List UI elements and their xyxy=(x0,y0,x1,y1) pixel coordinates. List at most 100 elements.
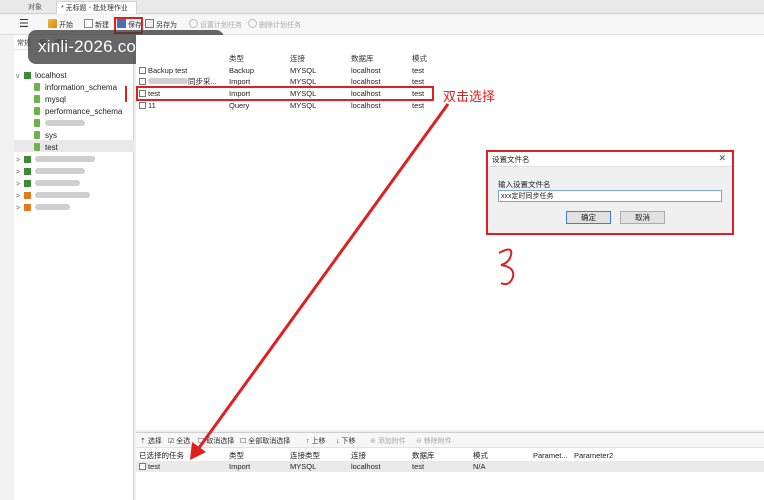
db-label: sys xyxy=(45,131,57,140)
col-conn[interactable]: 连接 xyxy=(290,53,305,64)
annotation-mark-3 xyxy=(498,248,515,286)
server-icon xyxy=(24,168,31,175)
row-name: test xyxy=(139,461,160,472)
col-mode[interactable]: 模式 xyxy=(473,450,488,461)
db-label: test xyxy=(45,143,58,152)
row-db: test xyxy=(412,462,425,471)
blurred-label xyxy=(35,180,80,186)
cancel-button[interactable]: 取消 xyxy=(620,211,665,224)
close-icon[interactable]: ✕ xyxy=(718,153,726,164)
row-name: 11 xyxy=(139,100,156,111)
col-type[interactable]: 类型 xyxy=(229,53,244,64)
tree-db-information-schema[interactable]: information_schema xyxy=(34,82,117,94)
query-icon xyxy=(139,102,146,109)
chevron-down-icon[interactable]: v xyxy=(16,71,24,83)
test-row-annotation-box xyxy=(136,86,434,101)
col-mode[interactable]: 模式 xyxy=(412,53,427,64)
server-icon xyxy=(24,180,31,187)
delete-clock-icon xyxy=(248,19,257,28)
database-icon xyxy=(34,107,40,115)
tree-db-test[interactable]: test xyxy=(34,142,58,154)
move-up-button[interactable]: ↑ 上移 xyxy=(306,436,325,446)
annotation-mark-1 xyxy=(125,86,127,102)
clock-icon xyxy=(189,19,198,28)
row-conn-type: MYSQL xyxy=(290,462,317,471)
database-icon xyxy=(34,143,40,151)
tree-server-localhost[interactable]: v localhost xyxy=(16,70,67,82)
select-all-button[interactable]: ☑ 全选 xyxy=(168,436,190,446)
row-mode: N/A xyxy=(473,462,486,471)
save-as-icon xyxy=(145,19,154,28)
move-down-button[interactable]: ↓ 下移 xyxy=(336,436,355,446)
tree-selection xyxy=(14,140,134,152)
database-icon xyxy=(34,119,40,127)
new-label: 新建 xyxy=(95,22,109,29)
deselect-all-button[interactable]: ☐ 全部取消选择 xyxy=(240,436,290,446)
hamburger-icon[interactable]: ☰ xyxy=(19,17,29,30)
tab-batch-job[interactable]: * 无标题 - 批处理作业 xyxy=(56,1,137,14)
tree-server-blurred-5[interactable]: > xyxy=(16,202,70,214)
col-parameter2[interactable]: Parameter2 xyxy=(574,450,613,461)
col-type[interactable]: 类型 xyxy=(229,450,244,461)
blurred-label xyxy=(35,156,95,162)
row-conn: MYSQL xyxy=(290,66,317,75)
ok-button[interactable]: 确定 xyxy=(566,211,611,224)
deselect-button[interactable]: ☐ 取消选择 xyxy=(198,436,234,446)
server-icon xyxy=(24,72,31,79)
delete-schedule-button[interactable]: 删除计划任务 xyxy=(248,19,301,31)
row-conn: localhost xyxy=(351,462,381,471)
server-icon xyxy=(24,156,31,163)
blurred-label xyxy=(35,168,85,174)
server-icon xyxy=(24,204,31,211)
select-button[interactable]: ⇡ 选择 xyxy=(140,436,162,446)
row-db: localhost xyxy=(351,66,381,75)
chevron-right-icon[interactable]: > xyxy=(16,203,24,215)
tree-db-sys[interactable]: sys xyxy=(34,130,57,142)
db-label: information_schema xyxy=(45,83,118,92)
add-attachment-button[interactable]: ⊕ 添加附件 xyxy=(370,436,406,446)
selected-tasks-panel: ⇡ 选择 ☑ 全选 ☐ 取消选择 ☐ 全部取消选择 ↑ 上移 ↓ 下移 ⊕ 添加… xyxy=(136,432,764,500)
annotation-double-click: 双击选择 xyxy=(443,89,496,104)
tree-server-blurred-3[interactable]: > xyxy=(16,178,80,190)
tab-objects[interactable]: 对象 xyxy=(28,1,42,14)
left-gutter xyxy=(0,35,14,500)
tree-server-blurred-1[interactable]: > xyxy=(16,154,95,166)
col-conn-type[interactable]: 连接类型 xyxy=(290,450,320,461)
row-mode: test xyxy=(412,66,425,75)
selected-tasks-toolbar: ⇡ 选择 ☑ 全选 ☐ 取消选择 ☐ 全部取消选择 ↑ 上移 ↓ 下移 ⊕ 添加… xyxy=(136,433,764,448)
blurred-label xyxy=(45,120,85,126)
play-icon xyxy=(48,19,57,28)
tree-server-blurred-4[interactable]: > xyxy=(16,190,90,202)
col-parameter1[interactable]: Paramet... xyxy=(533,450,568,461)
col-task[interactable]: 已选择的任务 xyxy=(139,450,184,461)
dialog-title: 设置文件名 xyxy=(488,152,732,167)
row-conn: MYSQL xyxy=(290,101,317,110)
start-label: 开始 xyxy=(59,22,73,29)
col-db[interactable]: 数据库 xyxy=(412,450,435,461)
set-filename-dialog: 设置文件名 ✕ 输入设置文件名 xxx定时同步任务 确定 取消 xyxy=(486,150,734,235)
tree-server-blurred-2[interactable]: > xyxy=(16,166,85,178)
tree-db-blurred[interactable] xyxy=(34,118,85,130)
selected-task-row[interactable]: test Import MYSQL localhost test N/A xyxy=(136,461,764,472)
database-icon xyxy=(34,95,40,103)
row-name: Backup test xyxy=(139,65,187,76)
set-schedule-label: 设置计划任务 xyxy=(200,22,242,29)
table-row[interactable]: Backup test Backup MYSQL localhost test xyxy=(136,65,764,76)
object-sidebar: 常规 报 模型 vlocalhost information_schema my… xyxy=(14,35,134,500)
database-icon xyxy=(34,131,40,139)
remove-attachment-button[interactable]: ⊖ 移除附件 xyxy=(416,436,452,446)
row-type: Query xyxy=(229,101,250,110)
delete-schedule-label: 删除计划任务 xyxy=(259,22,301,29)
filename-input[interactable]: xxx定时同步任务 xyxy=(498,190,722,202)
selected-tasks-header: 已选择的任务 类型 连接类型 连接 数据库 模式 Paramet... Para… xyxy=(136,450,764,461)
save-as-label: 另存为 xyxy=(156,22,177,29)
tree-db-performance-schema[interactable]: performance_schema xyxy=(34,106,122,118)
blurred-label xyxy=(148,78,188,84)
col-conn[interactable]: 连接 xyxy=(351,450,366,461)
server-label: localhost xyxy=(35,71,67,80)
db-label: mysql xyxy=(45,95,66,104)
col-db[interactable]: 数据库 xyxy=(351,53,374,64)
tree-db-mysql[interactable]: mysql xyxy=(34,94,66,106)
filename-label: 输入设置文件名 xyxy=(498,180,551,189)
list-header: 类型 连接 数据库 模式 xyxy=(136,53,764,64)
